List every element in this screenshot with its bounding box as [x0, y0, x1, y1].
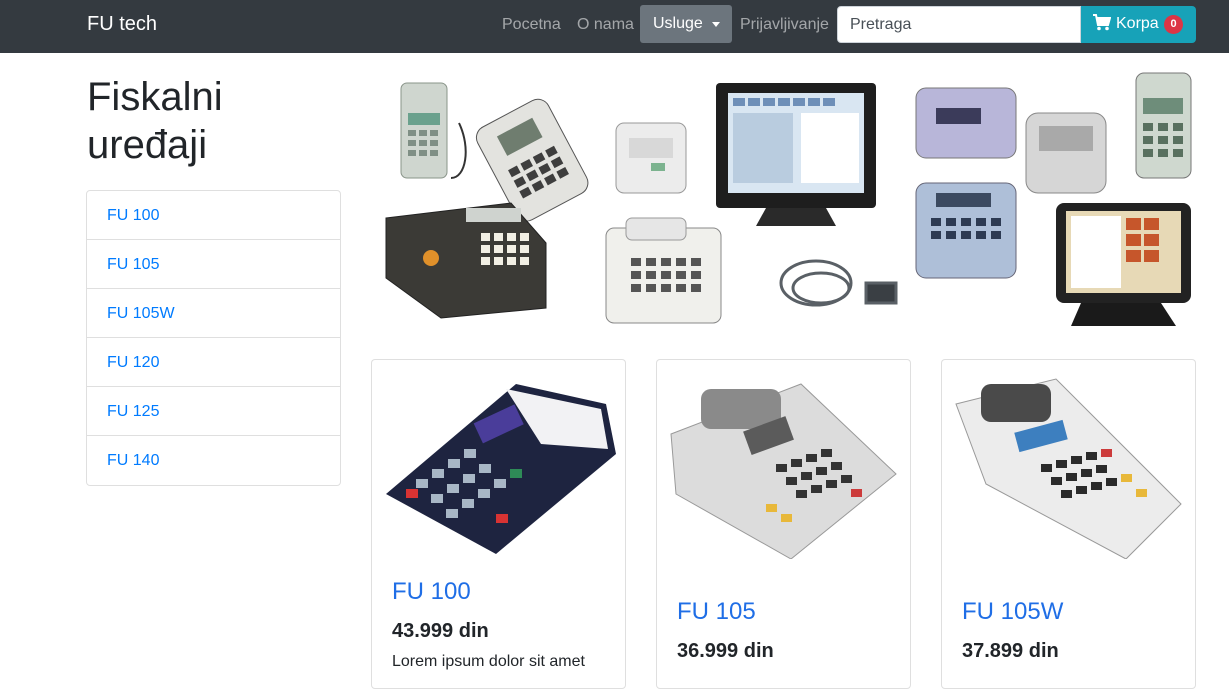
receipt-printer-image [615, 122, 687, 194]
pos-monitor-image [1056, 203, 1191, 326]
serial-cable-image [779, 259, 898, 307]
category-item[interactable]: FU 120 [87, 338, 340, 387]
product-card[interactable]: FU 105 36.999 din [656, 359, 911, 689]
handheld-register-image [400, 82, 467, 179]
cart-count-badge: 0 [1164, 15, 1183, 34]
navbar: FU tech Pocetna O nama Usluge Prijavljiv… [0, 0, 1229, 53]
product-image[interactable] [946, 364, 1191, 559]
thermal-printer-image [1025, 112, 1107, 194]
desktop-register-image [385, 202, 547, 319]
pos-touchscreen-image [716, 83, 876, 226]
hero-banner-image [371, 68, 1196, 338]
blue-register-image [915, 182, 1017, 279]
product-description: Lorem ipsum dolor sit amet [392, 653, 585, 670]
category-item[interactable]: FU 125 [87, 387, 340, 436]
cart-icon [1093, 14, 1111, 31]
category-item[interactable]: FU 100 [87, 191, 340, 240]
cart-button[interactable]: Korpa 0 [1081, 6, 1196, 43]
page-title: Fiskalni uređaji [87, 75, 223, 167]
search-input[interactable] [837, 6, 1081, 43]
printing-calculator-image [605, 217, 722, 324]
nav-link-home[interactable]: Pocetna [502, 16, 561, 34]
product-card[interactable]: FU 105W 37.899 din [941, 359, 1196, 689]
product-title[interactable]: FU 105W [962, 598, 1063, 626]
nav-link-about[interactable]: O nama [577, 16, 634, 34]
product-price: 36.999 din [677, 640, 774, 662]
services-dropdown[interactable]: Usluge [640, 5, 732, 43]
product-title[interactable]: FU 105 [677, 598, 756, 626]
category-item[interactable]: FU 105W [87, 289, 340, 338]
chevron-down-icon [712, 22, 720, 27]
green-handheld-image [1135, 72, 1192, 179]
compact-register-image [915, 87, 1017, 159]
brand-logo[interactable]: FU tech [87, 13, 157, 36]
product-image[interactable] [661, 364, 906, 559]
cart-label: Korpa [1116, 15, 1159, 32]
product-price: 43.999 din [392, 620, 489, 642]
category-item[interactable]: FU 140 [87, 436, 340, 485]
services-dropdown-label: Usluge [653, 15, 703, 32]
category-item[interactable]: FU 105 [87, 240, 340, 289]
product-image[interactable] [376, 364, 621, 559]
category-list: FU 100 FU 105 FU 105W FU 120 FU 125 FU 1… [86, 190, 341, 486]
product-price: 37.899 din [962, 640, 1059, 662]
nav-link-login[interactable]: Prijavljivanje [740, 16, 829, 34]
product-card[interactable]: FU 100 43.999 din Lorem ipsum dolor sit … [371, 359, 626, 689]
product-title[interactable]: FU 100 [392, 578, 471, 606]
